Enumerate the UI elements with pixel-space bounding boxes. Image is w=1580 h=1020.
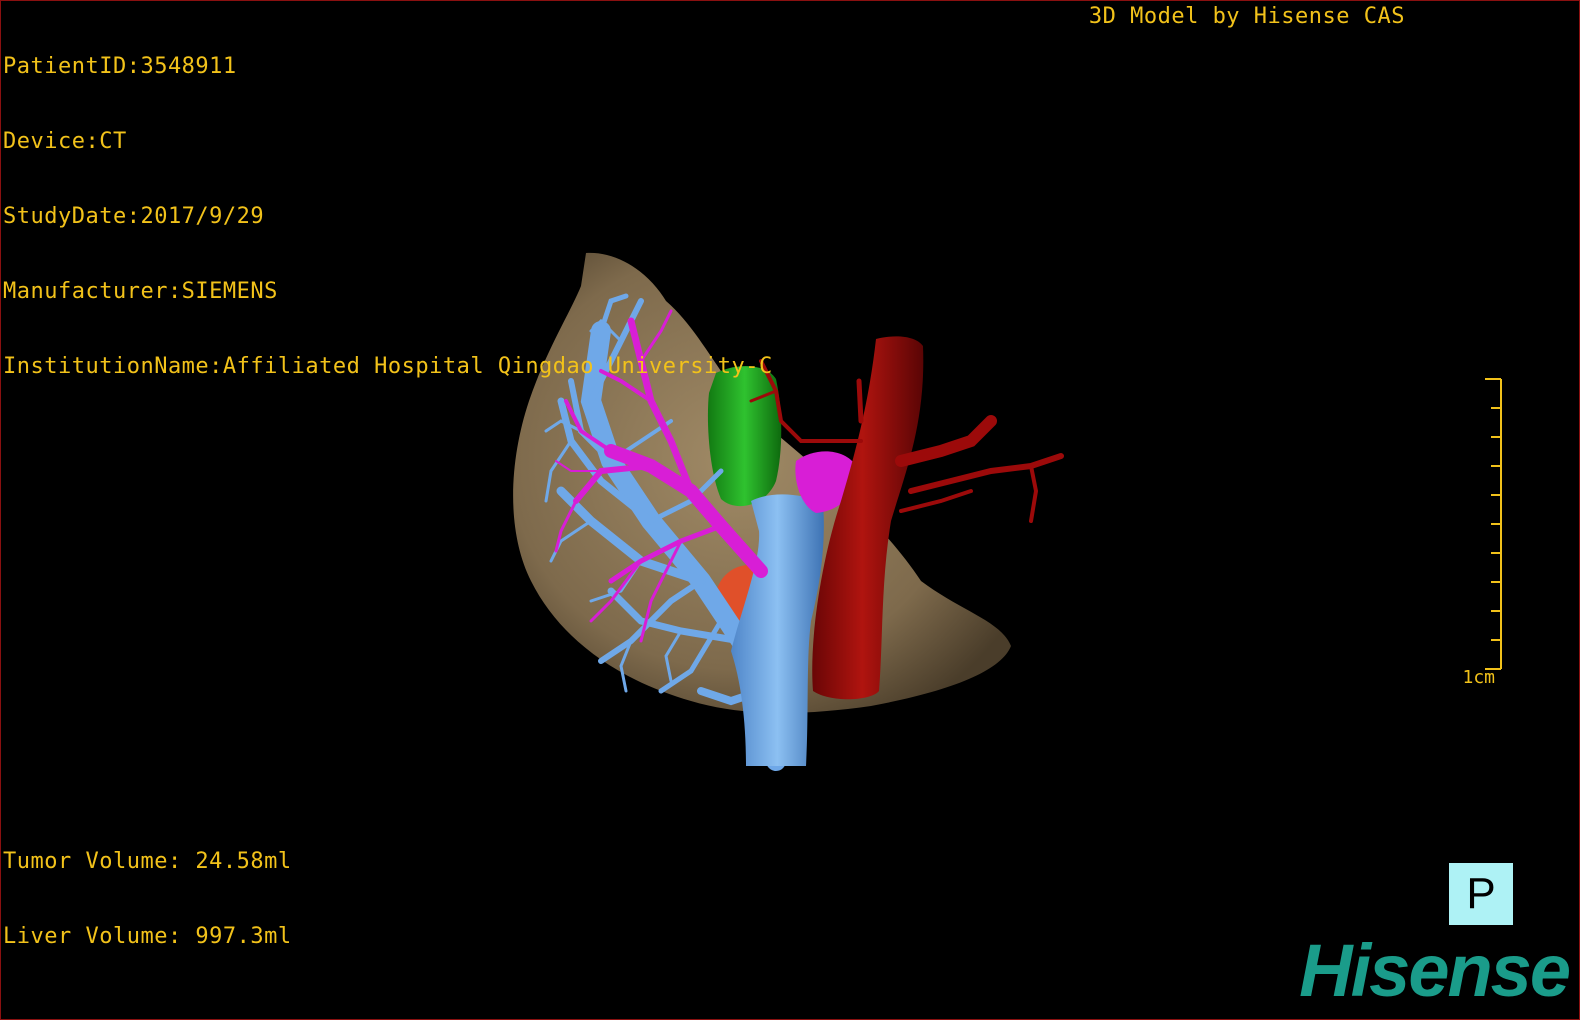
patient-id: PatientID:3548911 bbox=[3, 54, 237, 79]
3d-viewport[interactable]: PatientID:3548911 Device:CT StudyDate:20… bbox=[0, 0, 1580, 1020]
hisense-logo: Hisense bbox=[1299, 929, 1571, 1012]
manufacturer: Manufacturer:SIEMENS bbox=[3, 279, 278, 304]
liver-volume: Liver Volume: 997.3ml bbox=[3, 924, 292, 949]
device: Device:CT bbox=[3, 129, 127, 154]
model-credit: 3D Model by Hisense CAS bbox=[1088, 4, 1405, 29]
scale-label: 1cm bbox=[1462, 667, 1495, 688]
patient-info-panel: PatientID:3548911 Device:CT StudyDate:20… bbox=[3, 4, 773, 429]
tumor-volume: Tumor Volume: 24.58ml bbox=[3, 849, 292, 874]
institution-name: InstitutionName:Affiliated Hospital Qing… bbox=[3, 354, 773, 379]
orientation-button[interactable]: P bbox=[1449, 863, 1513, 925]
volume-info: Tumor Volume: 24.58ml Liver Volume: 997.… bbox=[3, 799, 292, 999]
study-date: StudyDate:2017/9/29 bbox=[3, 204, 265, 229]
